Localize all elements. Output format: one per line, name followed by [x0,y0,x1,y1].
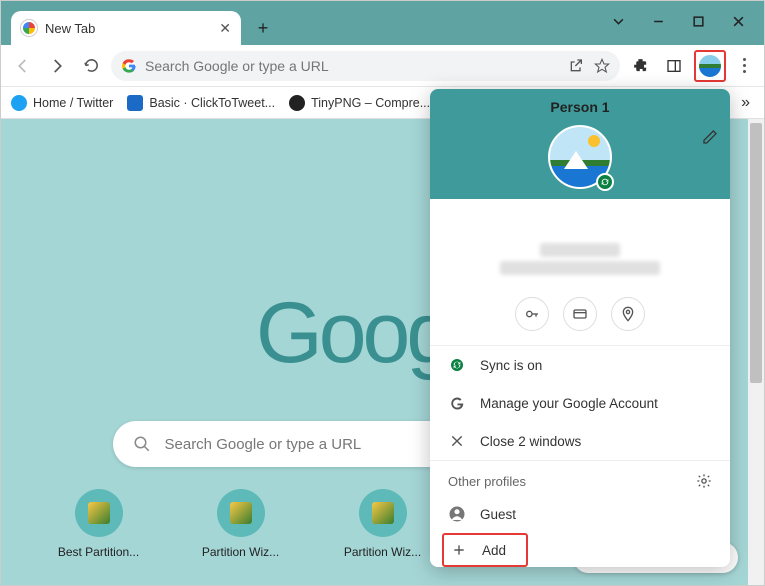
add-label: Add [482,543,506,558]
shortcut-label: Partition Wiz... [191,545,291,559]
window-minimize-icon[interactable] [638,7,678,35]
address-bar[interactable] [111,51,620,81]
other-profiles-header: Other profiles [430,460,730,495]
bookmark-item[interactable]: Home / Twitter [11,95,113,111]
browser-tab[interactable]: New Tab ✕ [11,11,241,45]
bookmark-label: Basic · ClickToTweet... [149,96,275,110]
shortcut-tile[interactable]: Best Partition... [49,489,149,559]
profile-user-info [430,199,730,289]
guest-label: Guest [480,507,516,522]
search-icon [133,435,151,453]
ntp-search-placeholder: Search Google or type a URL [165,436,362,453]
google-logo-icon [448,394,466,412]
tab-close-icon[interactable]: ✕ [219,20,231,37]
bookmark-label: TinyPNG – Compre... [311,96,430,110]
nav-reload-icon[interactable] [77,52,105,80]
bookmark-item[interactable]: TinyPNG – Compre... [289,95,430,111]
profile-menu-list: Sync is on Manage your Google Account Cl… [430,345,730,460]
sync-label: Sync is on [480,358,542,373]
plus-icon [450,541,468,559]
redacted-email [500,261,660,275]
sync-menu-item[interactable]: Sync is on [430,346,730,384]
shortcut-tile[interactable]: Partition Wiz... [333,489,433,559]
bookmark-item[interactable]: Basic · ClickToTweet... [127,95,275,111]
sync-badge-icon [596,173,614,191]
payments-icon[interactable] [563,297,597,331]
close-icon [448,432,466,450]
tinypng-icon [289,95,305,111]
edit-profile-icon[interactable] [702,129,718,145]
titlebar: New Tab ✕ + [1,1,764,45]
window-caret-icon[interactable] [598,7,638,35]
addresses-icon[interactable] [611,297,645,331]
add-profile-highlight: Add [442,533,528,567]
toolbar [1,45,764,87]
manage-profiles-gear-icon[interactable] [696,473,712,489]
twitter-icon [11,95,27,111]
profile-avatar-wrap [548,125,612,189]
tab-title: New Tab [45,21,219,36]
window-maximize-icon[interactable] [678,7,718,35]
tab-favicon [21,20,37,36]
address-input[interactable] [145,58,560,74]
shortcut-label: Best Partition... [49,545,149,559]
nav-forward-icon[interactable] [43,52,71,80]
scrollbar-thumb[interactable] [750,123,762,383]
profile-avatar-button[interactable] [697,53,723,79]
manage-account-menu-item[interactable]: Manage your Google Account [430,384,730,422]
sync-icon [448,356,466,374]
nav-back-icon[interactable] [9,52,37,80]
passwords-icon[interactable] [515,297,549,331]
other-profiles-label: Other profiles [448,474,526,489]
profile-header: Person 1 [430,89,730,199]
clicktotweet-icon [127,95,143,111]
google-g-icon [121,58,137,74]
profile-menu-popup: Person 1 Sync is on Manage your Google A… [430,89,730,567]
star-icon[interactable] [594,58,610,74]
close-windows-menu-item[interactable]: Close 2 windows [430,422,730,460]
share-icon[interactable] [568,58,584,74]
extensions-icon[interactable] [626,52,654,80]
guest-profile-item[interactable]: Guest [430,495,730,533]
guest-icon [448,505,466,523]
profile-button-highlight [694,50,726,82]
redacted-name [540,243,620,257]
close-windows-label: Close 2 windows [480,434,581,449]
scrollbar[interactable] [748,119,764,585]
profile-name: Person 1 [430,89,730,115]
window-close-icon[interactable] [718,7,758,35]
manage-account-label: Manage your Google Account [480,396,658,411]
bookmarks-overflow-icon[interactable]: » [741,94,754,112]
bookmark-label: Home / Twitter [33,96,113,110]
shortcut-label: Partition Wiz... [333,545,433,559]
add-profile-item[interactable]: Add [444,537,520,563]
new-tab-button[interactable]: + [249,14,277,42]
sidepanel-icon[interactable] [660,52,688,80]
window-controls [598,7,758,35]
profile-quick-actions [430,289,730,345]
shortcut-tile[interactable]: Partition Wiz... [191,489,291,559]
chrome-menu-icon[interactable] [732,58,756,73]
